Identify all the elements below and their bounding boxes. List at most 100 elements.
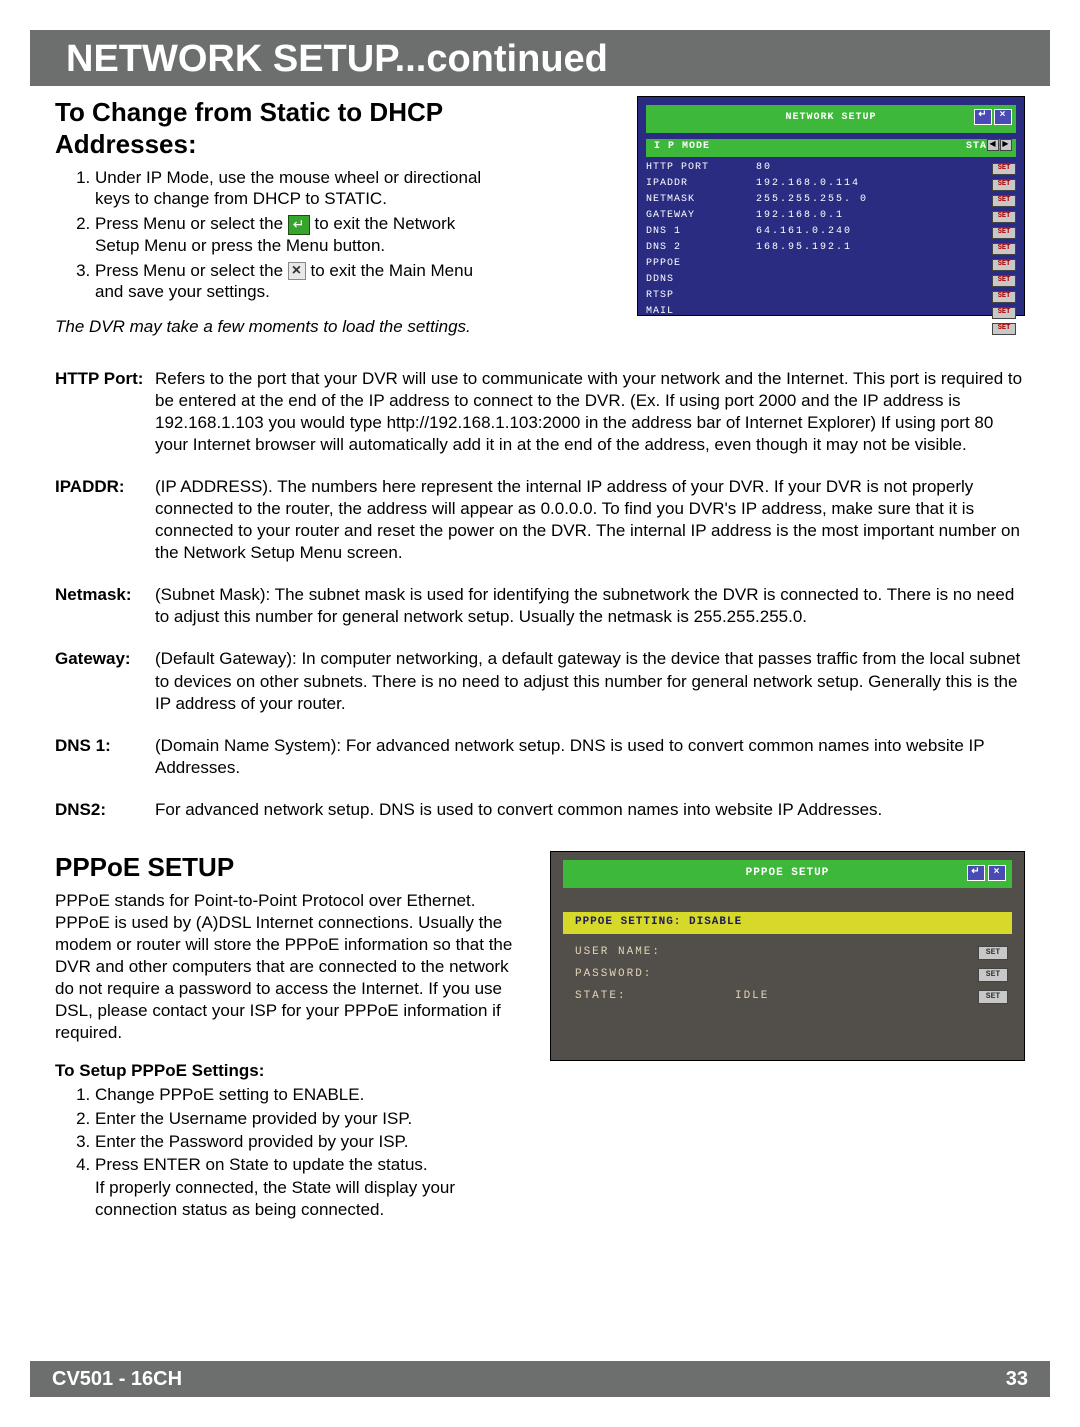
scr1-row-label: DNS 2 (646, 242, 756, 255)
close-icon: × (988, 865, 1006, 881)
pppoe-steps-list: Change PPPoE setting to ENABLE. Enter th… (95, 1084, 530, 1175)
definition-text: For advanced network setup. DNS is used … (155, 799, 1025, 821)
set-button: SET (992, 259, 1016, 271)
pppoe-setup-screenshot: PPPOE SETUP ↵ × PPPOE SETTING: DISABLE U… (550, 851, 1025, 1061)
scr1-row-value: 192.168.0.1 (756, 210, 992, 223)
scr1-title: NETWORK SETUP (785, 112, 876, 125)
definition-row: DNS 1:(Domain Name System): For advanced… (55, 735, 1025, 779)
scr1-row: PPPOESET (646, 257, 1016, 273)
definition-label: IPADDR: (55, 476, 155, 564)
scr2-title: PPPOE SETUP (746, 867, 830, 881)
definition-row: Gateway:(Default Gateway): In computer n… (55, 648, 1025, 714)
scr1-row-value: 80 (756, 162, 992, 175)
pppoe-intro: PPPoE stands for Point-to-Point Protocol… (55, 890, 530, 1045)
note-1: The DVR may take a few moments to load t… (55, 316, 495, 337)
definitions-section: HTTP Port:Refers to the port that your D… (55, 368, 1025, 822)
definition-label: Gateway: (55, 648, 155, 714)
pppoe-left-column: PPPoE SETUP PPPoE stands for Point-to-Po… (55, 851, 530, 1221)
scr1-row-label: RTSP (646, 290, 756, 303)
scr1-row: DDNS SET (646, 273, 1016, 289)
scr1-header-icons: ↵ × (974, 109, 1012, 125)
definition-text: (IP ADDRESS). The numbers here represent… (155, 476, 1025, 564)
definition-row: IPADDR:(IP ADDRESS). The numbers here re… (55, 476, 1025, 564)
scr1-row: RTSP SET (646, 289, 1016, 305)
scr1-arrows: ◀ ▶ (987, 139, 1012, 151)
scr1-row-value: 64.161.0.240 (756, 226, 992, 239)
definition-label: DNS 1: (55, 735, 155, 779)
scr2-sub: PPPOE SETTING: DISABLE (575, 916, 742, 930)
scr2-row-label: STATE: (575, 990, 735, 1004)
scr1-row: FTP SET (646, 321, 1016, 337)
scr1-row-value: 168.95.192.1 (756, 242, 992, 255)
definition-label: DNS2: (55, 799, 155, 821)
banner-title: NETWORK SETUP...continued (66, 36, 1050, 84)
set-button: SET (992, 323, 1016, 335)
pppoe-note: If properly connected, the State will di… (95, 1177, 530, 1221)
scr2-row: STATE:IDLESET (575, 986, 1008, 1008)
step-3a: Press Menu or select the (95, 261, 283, 280)
scr1-sub-left: I P MODE (654, 141, 710, 154)
set-button: SET (978, 990, 1008, 1004)
scr1-row: NETMASK255.255.255. 0SET (646, 193, 1016, 209)
set-button: SET (992, 211, 1016, 223)
scr1-row-label: GATEWAY (646, 210, 756, 223)
scr1-row-label: NETMASK (646, 194, 756, 207)
scr1-row-label: FTP (646, 322, 756, 335)
section1-title: To Change from Static to DHCP Addresses: (55, 96, 495, 161)
definition-text: (Default Gateway): In computer networkin… (155, 648, 1025, 714)
definition-label: Netmask: (55, 584, 155, 628)
scr1-row-label: IPADDR (646, 178, 756, 191)
set-button: SET (992, 307, 1016, 319)
pppoe-section: PPPoE SETUP PPPoE stands for Point-to-Po… (55, 851, 1025, 1221)
page-banner: NETWORK SETUP...continued (30, 30, 1050, 86)
definition-row: DNS2:For advanced network setup. DNS is … (55, 799, 1025, 821)
scr1-row-value: 192.168.0.114 (756, 178, 992, 191)
scr1-row: GATEWAY192.168.0.1SET (646, 209, 1016, 225)
close-icon: × (994, 109, 1012, 125)
page-footer: CV501 - 16CH 33 (30, 1361, 1050, 1397)
set-button: SET (992, 275, 1016, 287)
pppoe-step-3: Enter the Password provided by your ISP. (95, 1131, 530, 1152)
set-button: SET (992, 179, 1016, 191)
scr2-row-value: IDLE (735, 990, 978, 1004)
top-section: To Change from Static to DHCP Addresses:… (55, 96, 1025, 338)
scr2-row-label: PASSWORD: (575, 968, 735, 982)
step-2a: Press Menu or select the (95, 214, 283, 233)
network-setup-screenshot: NETWORK SETUP ↵ × I P MODE STATIC ◀ ▶ HT… (637, 96, 1025, 316)
set-button: SET (992, 195, 1016, 207)
set-button: SET (992, 243, 1016, 255)
scr1-row-label: DDNS (646, 274, 756, 287)
scr1-body: HTTP PORT80SETIPADDR192.168.0.114SETNETM… (646, 161, 1016, 337)
definition-text: (Domain Name System): For advanced netwo… (155, 735, 1025, 779)
scr1-row: DNS 2168.95.192.1SET (646, 241, 1016, 257)
scr1-row: IPADDR192.168.0.114SET (646, 177, 1016, 193)
return-icon (288, 215, 310, 235)
page-content: To Change from Static to DHCP Addresses:… (0, 86, 1080, 1222)
arrow-right-icon: ▶ (1000, 139, 1012, 151)
step-1: Under IP Mode, use the mouse wheel or di… (95, 167, 495, 210)
section2-title: PPPoE SETUP (55, 851, 530, 884)
return-icon: ↵ (974, 109, 992, 125)
footer-left: CV501 - 16CH (52, 1367, 182, 1392)
scr1-row-label: DNS 1 (646, 226, 756, 239)
definition-row: Netmask:(Subnet Mask): The subnet mask i… (55, 584, 1025, 628)
scr2-row-label: USER NAME: (575, 946, 735, 960)
scr1-row: HTTP PORT80SET (646, 161, 1016, 177)
scr2-header-icons: ↵ × (967, 865, 1006, 881)
step-2: Press Menu or select the to exit the Net… (95, 213, 495, 256)
return-icon: ↵ (967, 865, 985, 881)
close-icon (288, 262, 306, 280)
set-button: SET (978, 946, 1008, 960)
scr1-row: DNS 164.161.0.240SET (646, 225, 1016, 241)
set-button: SET (992, 291, 1016, 303)
scr2-body: USER NAME:SETPASSWORD:SETSTATE:IDLESET (575, 942, 1008, 1008)
scr2-row: PASSWORD:SET (575, 964, 1008, 986)
scr1-row-label: HTTP PORT (646, 162, 756, 175)
scr2-row: USER NAME: SET (575, 942, 1008, 964)
definition-row: HTTP Port:Refers to the port that your D… (55, 368, 1025, 456)
top-left-column: To Change from Static to DHCP Addresses:… (55, 96, 495, 338)
pppoe-step-2: Enter the Username provided by your ISP. (95, 1108, 530, 1129)
scr2-subheader: PPPOE SETTING: DISABLE (563, 912, 1012, 934)
scr1-row-label: MAIL (646, 306, 756, 319)
footer-right: 33 (1006, 1367, 1028, 1392)
